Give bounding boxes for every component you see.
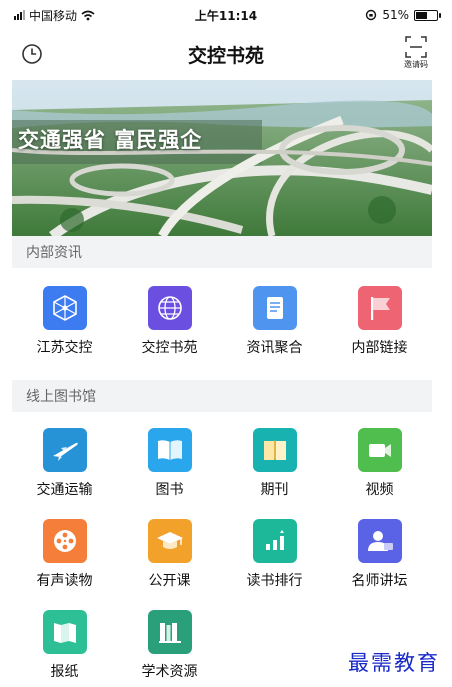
section-header-online-library: 线上图书馆 [12,380,432,412]
grid-item-jiaokong-shuyuan[interactable]: 交控书苑 [117,278,222,369]
history-button[interactable] [20,42,44,66]
grid-item-famous-teachers[interactable]: 名师讲坛 [327,511,432,602]
bar-ranking-icon [252,519,297,563]
banner-slogan: 交通强省 富民强企 [18,128,203,152]
grid-label: 内部链接 [351,340,408,356]
internal-news-grid: 江苏交控 交控书苑 资讯聚合 内部链接 [12,278,432,369]
grid-label: 视频 [365,482,394,498]
grid-label: 报纸 [50,664,79,680]
grid-item-news-aggregation[interactable]: 资讯聚合 [222,278,327,369]
status-left: 中国移动 [14,7,174,24]
grid-item-internal-links[interactable]: 内部链接 [327,278,432,369]
grid-label: 读书排行 [246,573,303,589]
document-list-icon [252,286,297,330]
clock-icon [22,44,42,64]
scan-frame-icon [405,36,427,58]
grid-label: 名师讲坛 [351,573,408,589]
page-title: 交控书苑 [187,44,264,67]
section-header-internal-news: 内部资讯 [12,236,432,268]
grid-label: 江苏交控 [36,340,93,356]
nav-bar: 交控书苑 邀请码 [0,30,452,78]
open-book-icon [147,428,192,472]
grid-label: 交通运输 [36,482,93,498]
grid-label: 学术资源 [141,664,198,680]
newspaper-icon [42,610,87,654]
status-right: 51% [278,8,441,22]
battery-percent: 51% [382,8,409,22]
bookshelf-icon [147,610,192,654]
grid-label: 有声读物 [36,573,93,589]
film-reel-icon [42,519,87,563]
signal-icon [14,10,25,20]
invite-code-label: 邀请码 [404,60,428,69]
grid-item-journals[interactable]: 期刊 [222,420,327,511]
video-camera-icon [357,428,402,472]
teacher-icon [357,519,402,563]
flag-icon [357,286,402,330]
grid-label: 公开课 [148,573,191,589]
network-node-icon [42,286,87,330]
grid-item-reading-ranking[interactable]: 读书排行 [222,511,327,602]
globe-icon [147,286,192,330]
grid-item-audiobooks[interactable]: 有声读物 [12,511,117,602]
banner[interactable]: 交通强省 富民强企 [12,80,432,236]
wifi-icon [81,10,95,20]
grid-item-transportation[interactable]: 交通运输 [12,420,117,511]
grid-item-books[interactable]: 图书 [117,420,222,511]
magazine-icon [252,428,297,472]
carrier-name: 中国移动 [29,8,78,23]
watermark: 最需教育 [348,651,440,675]
banner-image [12,80,432,236]
rotation-lock-icon [366,9,377,21]
battery-fill [416,11,428,19]
grid-item-open-courses[interactable]: 公开课 [117,511,222,602]
grid-label: 资讯聚合 [246,340,303,356]
status-time: 上午11:14 [194,8,258,23]
battery-icon [414,9,441,21]
grid-item-videos[interactable]: 视频 [327,420,432,511]
grid-label: 期刊 [260,482,289,498]
graduation-cap-icon [147,519,192,563]
status-bar: 中国移动 上午11:14 51% [0,0,452,30]
grid-item-newspapers[interactable]: 报纸 [12,602,117,687]
grid-label: 图书 [155,482,184,498]
airplane-icon [42,428,87,472]
invite-code-button[interactable]: 邀请码 [398,36,434,70]
grid-label: 交控书苑 [141,340,198,356]
grid-item-academic-resources[interactable]: 学术资源 [117,602,222,687]
grid-item-jiangsu-jiaokong[interactable]: 江苏交控 [12,278,117,369]
